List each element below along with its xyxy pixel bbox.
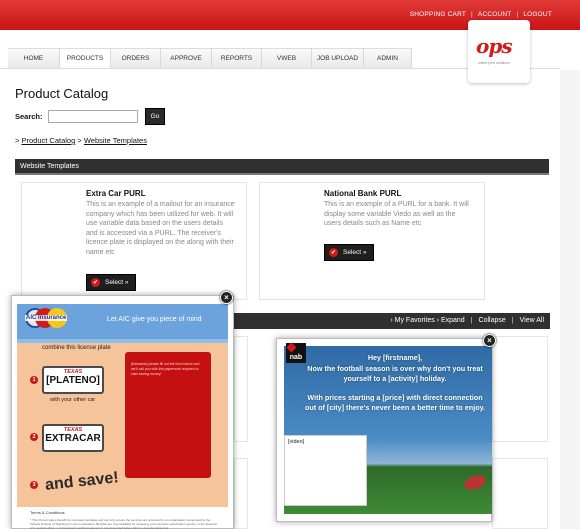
shopping-cart-link[interactable]: SHOPPING CART xyxy=(410,11,466,18)
breadcrumb-product-catalog[interactable]: Product Catalog xyxy=(21,136,75,145)
nab-logo: nab xyxy=(286,342,306,363)
terms-text: * This Pursuit was a benefit for consist… xyxy=(30,518,217,529)
product-description: This is an example of a mailout for an i… xyxy=(86,201,235,256)
plate-caption: with your other car xyxy=(50,397,96,403)
step-1-icon: 1 xyxy=(30,376,38,384)
breadcrumb-separator: > xyxy=(77,136,82,145)
account-link[interactable]: ACCOUNT xyxy=(478,11,512,18)
video-label: [video] xyxy=(288,439,305,445)
hidden-card xyxy=(234,336,248,442)
select-button-label: Select » xyxy=(105,279,129,286)
header-links: SHOPPING CART | ACCOUNT | LOGOUT xyxy=(409,11,552,18)
plate-number: EXTRACAR xyxy=(45,433,101,444)
nab-message: Hey [firstname], Now the football season… xyxy=(304,353,486,414)
video-placeholder[interactable]: [video] xyxy=(284,435,367,506)
my-favorites-link[interactable]: › My Favorites xyxy=(390,317,434,324)
license-plate: TEXAS [PLATENO] xyxy=(42,366,104,394)
nab-line-1: Hey [firstname], xyxy=(367,353,423,362)
main-nav: HOME PRODUCTS ORDERS APPROVE REPORTS VWE… xyxy=(8,48,412,68)
aic-logo: AIC Insurance xyxy=(25,308,69,334)
section-header: Website Templates xyxy=(15,159,549,175)
page-title: Product Catalog xyxy=(15,86,109,101)
close-icon[interactable]: × xyxy=(220,291,233,304)
select-button-label: Select » xyxy=(343,249,367,256)
search-label: Search: xyxy=(15,112,43,121)
breadcrumb-prefix: > xyxy=(15,136,20,145)
tab-orders[interactable]: ORDERS xyxy=(111,48,161,68)
favorites-bar: › My Favorites › Expand | Collapse | View Al… xyxy=(210,313,550,329)
nab-line-3: With prices starting a [price] with dire… xyxy=(304,392,486,413)
logo-tagline: online print solutions xyxy=(478,61,510,65)
aic-intro: combine this license plate xyxy=(42,345,111,351)
step-2-icon: 2 xyxy=(30,433,38,441)
breadcrumb-website-templates[interactable]: Website Templates xyxy=(84,136,147,145)
tab-approve[interactable]: APPROVE xyxy=(161,48,212,68)
aic-slogan: Let AIC give you piece of mind xyxy=(107,316,202,323)
license-plate: TEXAS EXTRACAR xyxy=(42,424,104,452)
product-title[interactable]: Extra Car PURL xyxy=(86,189,146,198)
view-all-link[interactable]: View All xyxy=(520,317,544,324)
nab-logo-text: nab xyxy=(289,354,303,361)
select-button[interactable]: ✔ Select » xyxy=(324,244,374,261)
step-3-icon: 3 xyxy=(30,481,38,489)
tab-products[interactable]: PRODUCTS xyxy=(60,48,111,68)
tab-admin[interactable]: ADMIN xyxy=(364,48,412,68)
checkmark-icon: ✔ xyxy=(91,278,100,287)
aic-form-text: [firstname] please fill out the form bel… xyxy=(131,362,200,376)
tab-vweb[interactable]: VWEB xyxy=(262,48,312,68)
hidden-card xyxy=(492,458,548,529)
tab-job-upload[interactable]: JOB UPLOAD xyxy=(312,48,364,68)
close-icon[interactable]: × xyxy=(483,334,496,347)
checkmark-icon: ✔ xyxy=(329,248,338,257)
company-logo[interactable]: ops online print solutions xyxy=(468,20,530,83)
hidden-card xyxy=(492,336,548,442)
collapse-link[interactable]: Collapse xyxy=(479,317,506,324)
product-description: This is an example of a PURL for a bank.… xyxy=(324,201,469,228)
hidden-card xyxy=(234,458,248,529)
search-input[interactable] xyxy=(48,110,138,123)
product-title[interactable]: National Bank PURL xyxy=(324,189,401,198)
aic-form-panel: [firstname] please fill out the form bel… xyxy=(125,352,211,478)
aic-logo-text: AIC Insurance xyxy=(25,315,68,321)
logout-link[interactable]: LOGOUT xyxy=(523,11,552,18)
terms-title: Terms & Conditions xyxy=(30,510,65,515)
plate-number: [PLATENO] xyxy=(46,375,100,386)
star-icon xyxy=(286,342,297,353)
nab-line-2: Now the football season is over why don'… xyxy=(307,363,483,384)
logo-mark: ops xyxy=(476,34,513,58)
expand-link[interactable]: › Expand xyxy=(437,317,465,324)
tab-reports[interactable]: REPORTS xyxy=(212,48,262,68)
select-button[interactable]: ✔ Select » xyxy=(86,274,136,291)
search-go-button[interactable]: Go xyxy=(145,108,165,125)
breadcrumb: > Product Catalog > Website Templates xyxy=(15,136,147,145)
tab-home[interactable]: HOME xyxy=(8,48,60,68)
